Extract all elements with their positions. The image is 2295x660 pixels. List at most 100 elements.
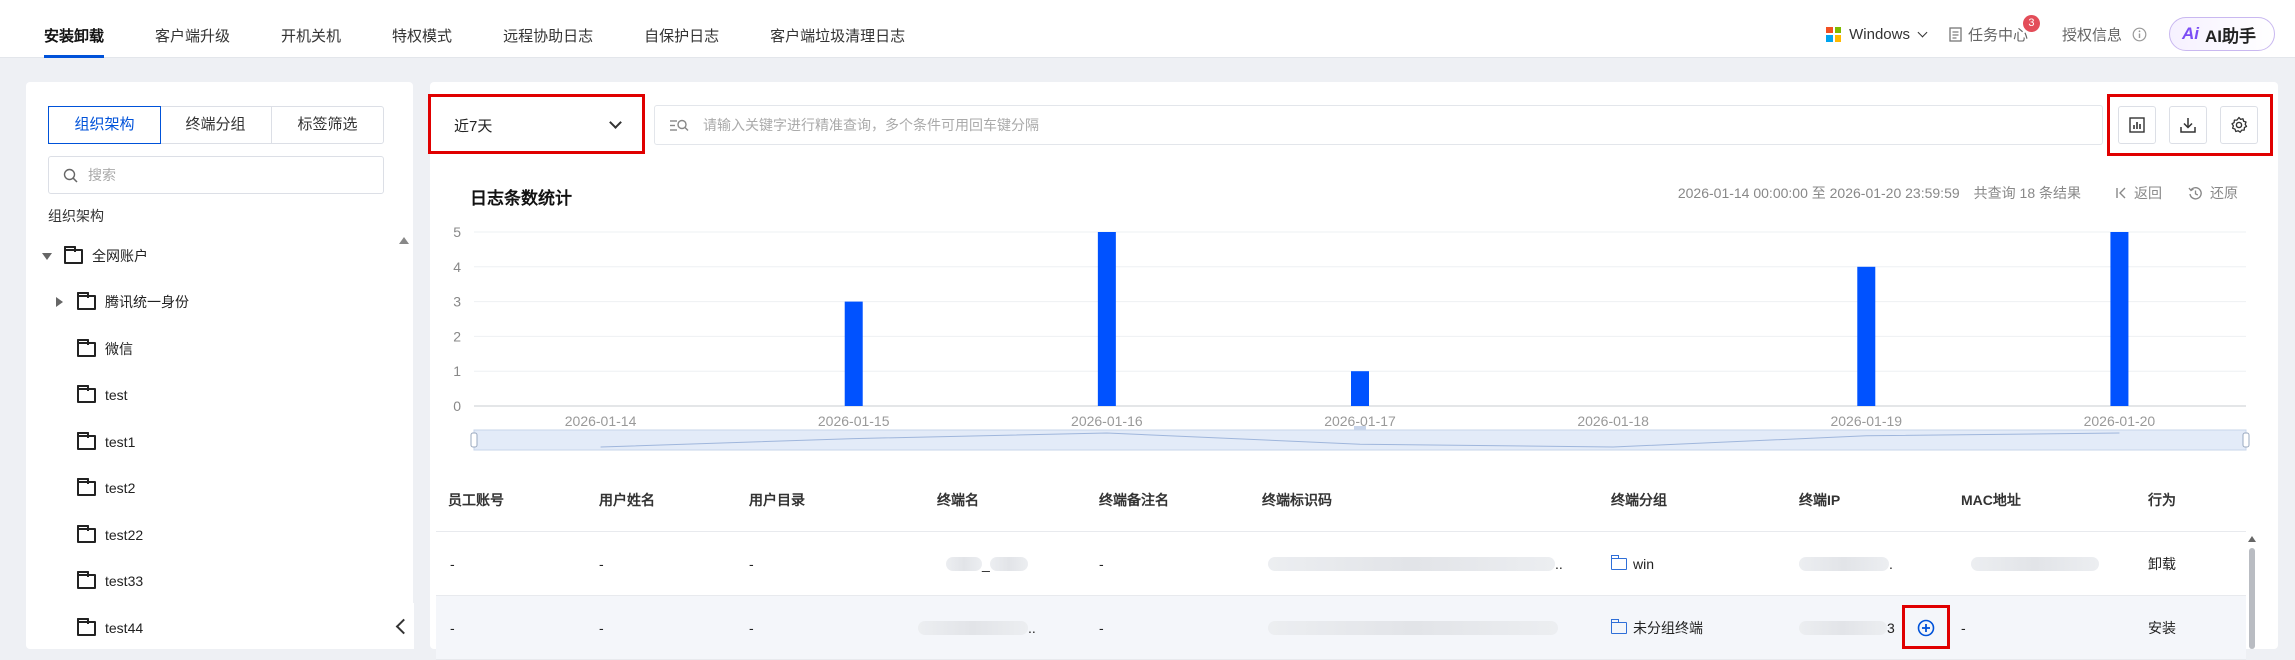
zoom-handle-right[interactable] <box>2242 432 2250 448</box>
ai-assistant-button[interactable]: Ai AI助手 <box>2169 17 2275 51</box>
scroll-thumb[interactable] <box>2249 548 2255 649</box>
cell-terminal-id <box>1268 596 1558 660</box>
task-center-label: 任务中心 <box>1967 26 2028 44</box>
redacted-text <box>1971 557 2099 571</box>
col-mac-address[interactable]: MAC地址 <box>1961 478 2021 522</box>
tree-node-test44[interactable]: test44 <box>77 613 143 643</box>
org-section-label: 组织架构 <box>48 208 104 224</box>
tab-power-on-off[interactable]: 开机关机 <box>281 0 341 58</box>
cell-user-directory: - <box>749 620 754 636</box>
folder-icon <box>77 431 96 450</box>
search-icon <box>63 168 78 183</box>
task-list-icon <box>1949 26 1962 42</box>
tree-node-test2[interactable]: test2 <box>77 473 135 503</box>
restore-icon <box>2188 186 2202 200</box>
collapse-panel-button[interactable] <box>388 603 414 649</box>
zoom-handle-left[interactable] <box>470 432 478 448</box>
tree-node-label: test2 <box>105 480 136 496</box>
keyword-query-placeholder: 请输入关键字进行精准查询，多个条件可用回车键分隔 <box>703 117 1039 133</box>
keyword-query-input[interactable]: 请输入关键字进行精准查询，多个条件可用回车键分隔 <box>654 105 2103 145</box>
org-tree-panel: 组织架构 终端分组 标签筛选 搜索 组织架构 全网账户 腾讯统一身份 微信 te… <box>26 82 413 649</box>
tree-search-input[interactable]: 搜索 <box>48 156 384 194</box>
col-user-name[interactable]: 用户姓名 <box>599 478 655 522</box>
col-employee-account[interactable]: 员工账号 <box>448 478 504 522</box>
tree-node-label: test <box>105 387 128 403</box>
cell-user-directory: - <box>749 556 754 572</box>
col-terminal-id[interactable]: 终端标识码 <box>1262 478 1332 522</box>
restore-button[interactable]: 还原 <box>2188 183 2238 203</box>
tab-remote-assist-log[interactable]: 远程协助日志 <box>503 0 593 58</box>
tree-node-test33[interactable]: test33 <box>77 566 143 596</box>
segment-tag-filter[interactable]: 标签筛选 <box>272 107 383 143</box>
tree-node-test1[interactable]: test1 <box>77 427 135 457</box>
folder-icon <box>77 384 96 403</box>
col-terminal-remark[interactable]: 终端备注名 <box>1099 478 1169 522</box>
y-tick-label: 3 <box>453 294 461 310</box>
bar-2026-01-17[interactable] <box>1351 371 1369 406</box>
cell-terminal-group[interactable]: 未分组终端 <box>1611 596 1703 660</box>
folder-icon <box>77 338 96 357</box>
query-range-text: 2026-01-14 00:00:00 至 2026-01-20 23:59:5… <box>1677 185 1960 201</box>
folder-icon <box>77 477 96 496</box>
tab-self-protect-log[interactable]: 自保护日志 <box>644 0 719 58</box>
back-label: 返回 <box>2134 185 2162 201</box>
back-button[interactable]: 返回 <box>2115 183 2162 203</box>
segment-org-structure[interactable]: 组织架构 <box>48 106 161 144</box>
x-tick-label: 2026-01-14 <box>565 413 637 429</box>
col-terminal-ip[interactable]: 终端IP <box>1799 478 1840 522</box>
highlight-box-time-range <box>428 94 645 154</box>
cell-terminal-group-text: 未分组终端 <box>1633 620 1703 636</box>
folder-icon <box>1611 555 1627 570</box>
cell-terminal-remark: - <box>1099 556 1104 572</box>
bar-2026-01-19[interactable] <box>1857 266 1876 406</box>
col-terminal-name[interactable]: 终端名 <box>937 478 979 522</box>
windows-icon <box>1826 26 1842 42</box>
tab-junk-clean-log[interactable]: 客户端垃圾清理日志 <box>770 0 905 58</box>
tree-node-wechat[interactable]: 微信 <box>77 334 133 364</box>
tree-node-label: test22 <box>105 527 144 543</box>
ai-logo-icon: Ai <box>2182 24 2199 43</box>
tree-node-test[interactable]: test <box>77 380 128 410</box>
chevron-down-icon <box>1917 27 1928 37</box>
license-info-label: 授权信息 <box>2061 26 2122 44</box>
col-terminal-group[interactable]: 终端分组 <box>1611 478 1667 522</box>
tree-node-label: 全网账户 <box>92 248 148 264</box>
cell-terminal-ip: . <box>1799 532 1893 596</box>
zoom-slider-track[interactable] <box>473 429 2247 451</box>
caret-right-icon[interactable] <box>56 297 63 307</box>
cell-terminal-ip-suffix: . <box>1889 556 1893 572</box>
tab-privilege-mode[interactable]: 特权模式 <box>392 0 452 58</box>
cell-terminal-name-text: _ <box>982 556 990 572</box>
col-user-directory[interactable]: 用户目录 <box>749 478 805 522</box>
caret-down-icon[interactable] <box>42 252 52 260</box>
os-selector[interactable]: Windows <box>1826 25 1928 43</box>
bar-2026-01-16[interactable] <box>1097 232 1116 406</box>
tree-node-all-accounts[interactable]: 全网账户 <box>42 241 148 271</box>
bar-2026-01-20[interactable] <box>2110 232 2129 406</box>
back-icon <box>2116 187 2126 199</box>
top-nav-bar: 安装卸载 客户端升级 开机关机 特权模式 远程协助日志 自保护日志 客户端垃圾清… <box>0 0 2295 58</box>
segment-terminal-group[interactable]: 终端分组 <box>160 107 272 143</box>
tree-node-test22[interactable]: test22 <box>77 520 143 550</box>
chart-meta: 2026-01-14 00:00:00 至 2026-01-20 23:59:5… <box>1678 183 2238 203</box>
cell-mac-address <box>1971 532 2099 596</box>
tab-install-uninstall[interactable]: 安装卸载 <box>44 0 105 58</box>
tree-node-tencent-identity[interactable]: 腾讯统一身份 <box>56 287 189 317</box>
tree-mode-segmented: 组织架构 终端分组 标签筛选 <box>48 106 384 144</box>
table-scrollbar[interactable] <box>2247 534 2257 649</box>
cell-terminal-group[interactable]: win <box>1611 532 1654 596</box>
tab-client-upgrade[interactable]: 客户端升级 <box>155 0 230 58</box>
os-label: Windows <box>1849 25 1910 43</box>
col-action[interactable]: 行为 <box>2148 478 2176 522</box>
license-info-link[interactable]: 授权信息 <box>2062 24 2147 45</box>
table-row[interactable]: - - - _ - .. win . 卸载 <box>436 532 2246 596</box>
zoom-move-handle[interactable] <box>1354 426 1366 430</box>
scroll-up-arrow-icon[interactable] <box>2248 536 2256 542</box>
tree-scroll-up-arrow[interactable] <box>399 237 409 244</box>
bar-2026-01-15[interactable] <box>844 301 863 406</box>
highlight-box-add-ip <box>1902 605 1950 649</box>
ai-assistant-label: AI助手 <box>2205 26 2256 46</box>
folder-icon <box>77 524 96 543</box>
table-row[interactable]: - - - .. - 未分组终端 3 - 安装 <box>436 596 2246 660</box>
task-center-link[interactable]: 任务中心 3 <box>1948 14 2040 45</box>
